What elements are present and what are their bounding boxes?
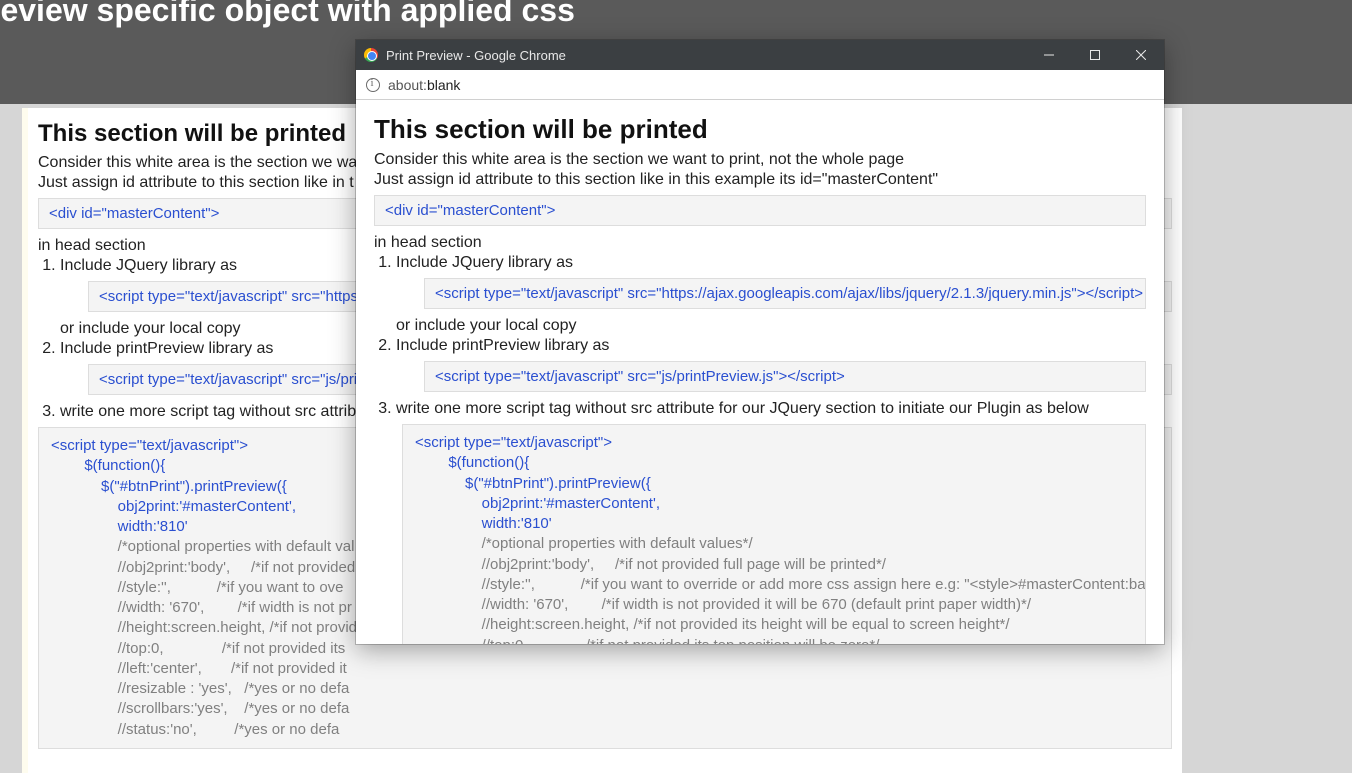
window-titlebar[interactable]: Print Preview - Google Chrome xyxy=(356,40,1164,70)
bg-script-grey: /*optional properties with default val /… xyxy=(51,538,357,737)
info-icon[interactable] xyxy=(366,78,380,92)
url-scheme: about: xyxy=(388,77,427,93)
minimize-button[interactable] xyxy=(1026,40,1072,70)
pp-scriptblock: <script type="text/javascript"> $(functi… xyxy=(402,424,1146,644)
pp-code-pp: <script type="text/javascript" src="js/p… xyxy=(424,361,1146,392)
pp-p1: Consider this white area is the section … xyxy=(374,151,1146,169)
bg-or-local: or include your local copy xyxy=(60,320,241,337)
pp-li3-text: write one more script tag without src at… xyxy=(396,400,1089,417)
address-bar[interactable]: about:blank xyxy=(356,70,1164,100)
pp-code-master: <div id="masterContent"> xyxy=(374,195,1146,226)
pp-heading: This section will be printed xyxy=(374,114,1146,145)
bg-script-blue: <script type="text/javascript"> $(functi… xyxy=(51,437,296,535)
maximize-button[interactable] xyxy=(1072,40,1118,70)
pp-script-blue: <script type="text/javascript"> $(functi… xyxy=(415,434,660,532)
pp-li1: Include JQuery library as <script type="… xyxy=(396,254,1146,335)
chrome-icon xyxy=(364,48,378,62)
bg-li2-text: Include printPreview library as xyxy=(60,340,273,357)
banner-title: review specific object with applied css xyxy=(0,0,575,26)
pp-script-grey: /*optional properties with default value… xyxy=(415,535,1146,644)
bg-li1-text: Include JQuery library as xyxy=(60,257,237,274)
close-button[interactable] xyxy=(1118,40,1164,70)
url-text: about:blank xyxy=(388,77,460,93)
bg-li3-text: write one more script tag without src at… xyxy=(60,403,365,420)
pp-li2-text: Include printPreview library as xyxy=(396,337,609,354)
pp-p2: Just assign id attribute to this section… xyxy=(374,171,1146,189)
pp-code-jq: <script type="text/javascript" src="http… xyxy=(424,278,1146,309)
print-preview-content[interactable]: This section will be printed Consider th… xyxy=(356,100,1164,644)
pp-li3: write one more script tag without src at… xyxy=(396,400,1146,418)
pp-head-section: in head section xyxy=(374,234,1146,252)
pp-li2: Include printPreview library as <script … xyxy=(396,337,1146,392)
pp-or-local: or include your local copy xyxy=(396,317,577,334)
window-title: Print Preview - Google Chrome xyxy=(386,48,566,63)
chrome-window: Print Preview - Google Chrome about:blan… xyxy=(356,40,1164,644)
url-path: blank xyxy=(427,77,460,93)
pp-li1-text: Include JQuery library as xyxy=(396,254,573,271)
